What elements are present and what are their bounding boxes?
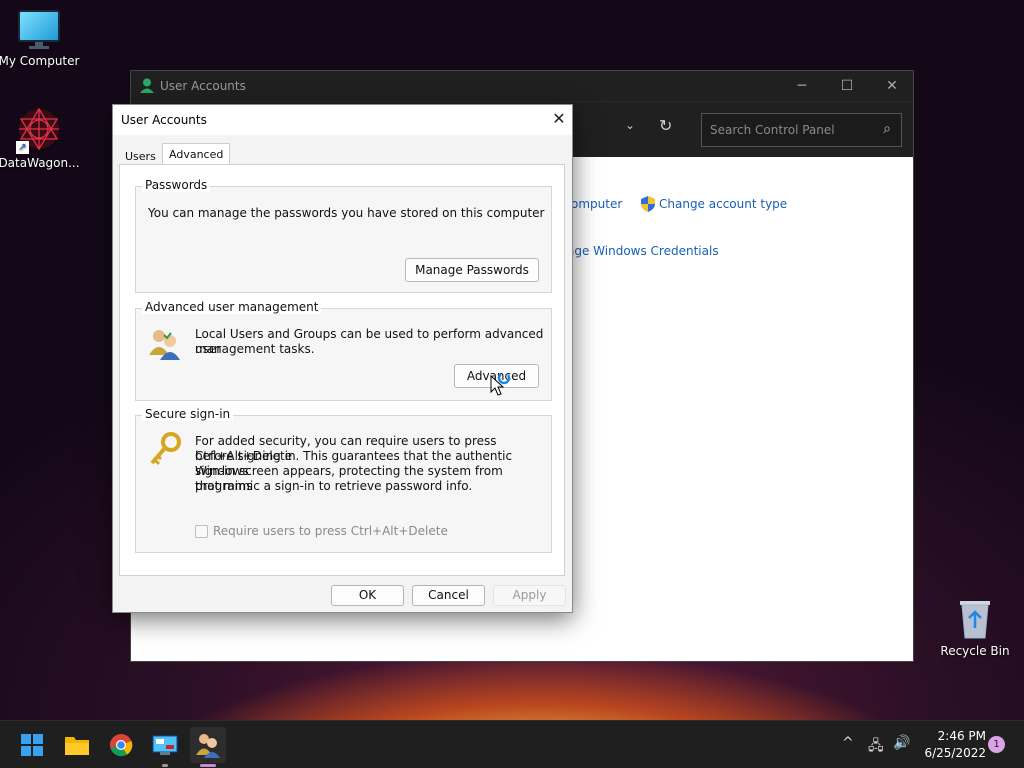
start-icon (21, 734, 43, 756)
advanced-button[interactable]: Advanced (454, 364, 539, 388)
link-computer[interactable]: omputer (571, 197, 622, 211)
maximize-button[interactable]: ☐ (824, 71, 870, 101)
file-explorer-button[interactable] (59, 727, 95, 763)
taskbar: ^ 🖧 🔊 2:46 PM 6/25/2022 1 (0, 720, 1024, 768)
passwords-description: You can manage the passwords you have st… (148, 206, 545, 220)
volume-icon[interactable]: 🔊 (893, 735, 910, 751)
monitor-icon (18, 10, 60, 50)
link-change-account-type[interactable]: Change account type (659, 197, 787, 211)
user-accounts-dialog: User Accounts ✕ Users Advanced Passwords… (112, 104, 573, 613)
chrome-button[interactable] (103, 727, 139, 763)
refresh-icon[interactable]: ↻ (659, 116, 672, 135)
search-input[interactable]: Search Control Panel ⌕ (701, 113, 902, 147)
clock-time: 2:46 PM (937, 729, 986, 743)
network-icon[interactable]: 🖧 (868, 735, 884, 759)
advanced-tab-panel: Passwords You can manage the passwords y… (119, 164, 565, 576)
passwords-group: Passwords You can manage the passwords y… (135, 178, 552, 293)
passwords-group-label: Passwords (142, 178, 211, 192)
advanced-description-line2: management tasks. (195, 342, 315, 356)
apply-button[interactable]: Apply (493, 585, 566, 606)
control-panel-button[interactable] (147, 727, 183, 763)
minimize-button[interactable]: ─ (779, 71, 825, 101)
running-indicator (162, 764, 168, 767)
search-placeholder: Search Control Panel (710, 123, 835, 137)
chevron-down-icon[interactable]: ⌄ (625, 118, 635, 132)
control-panel-titlebar[interactable]: User Accounts ─ ☐ ✕ (131, 71, 913, 101)
manage-passwords-button[interactable]: Manage Passwords (405, 258, 539, 282)
cancel-button[interactable]: Cancel (412, 585, 485, 606)
dialog-titlebar[interactable]: User Accounts ✕ (113, 105, 572, 135)
user-accounts-taskbar-button[interactable] (190, 727, 226, 763)
advanced-group-label: Advanced user management (142, 300, 322, 314)
link-manage-credentials[interactable]: age Windows Credentials (567, 244, 719, 258)
desktop-icon-label: My Computer (0, 54, 80, 68)
secure-group-label: Secure sign-in (142, 407, 234, 421)
dialog-title: User Accounts (121, 113, 207, 127)
ctrl-alt-delete-checkbox-label[interactable]: Require users to press Ctrl+Alt+Delete (213, 524, 448, 538)
recycle-bin-icon (955, 596, 995, 640)
desktop-icon-label: Recycle Bin (940, 644, 1010, 658)
user-accounts-icon (196, 734, 220, 758)
close-button[interactable]: ✕ (869, 71, 915, 101)
window-title: User Accounts (160, 79, 246, 93)
system-clock[interactable]: 2:46 PM 6/25/2022 (918, 728, 986, 762)
secure-description-line4: that mimic a sign-in to retrieve passwor… (195, 479, 473, 493)
notification-badge[interactable]: 1 (988, 736, 1005, 753)
search-icon: ⌕ (883, 121, 891, 137)
close-icon[interactable]: ✕ (549, 109, 569, 129)
desktop-icon-label: DataWagon... (0, 156, 80, 170)
ok-button[interactable]: OK (331, 585, 404, 606)
advanced-user-management-group: Advanced user management Local Users and… (135, 300, 552, 401)
desktop-icon-my-computer[interactable]: My Computer (0, 10, 81, 68)
tab-advanced[interactable]: Advanced (162, 143, 231, 166)
chrome-icon (110, 734, 133, 757)
users-group-icon (149, 330, 180, 360)
uac-shield-icon (641, 196, 655, 212)
user-accounts-icon (140, 78, 154, 93)
desktop-icon-recycle-bin[interactable]: Recycle Bin (933, 596, 1017, 658)
shortcut-arrow-icon: ↗ (16, 141, 29, 154)
ctrl-alt-delete-checkbox[interactable] (195, 525, 208, 538)
clock-date: 6/25/2022 (924, 746, 986, 760)
desktop-icon-datawagon[interactable]: ↗ DataWagon... (0, 106, 81, 170)
show-hidden-icons-chevron-up-icon[interactable]: ^ (842, 735, 854, 751)
key-icon (150, 432, 181, 466)
control-panel-icon (152, 735, 178, 755)
active-app-indicator (200, 764, 216, 767)
datawagon-icon: ↗ (16, 106, 62, 154)
secure-sign-in-group: Secure sign-in For added security, you c… (135, 407, 552, 553)
file-explorer-icon (65, 737, 89, 755)
start-button[interactable] (14, 727, 50, 763)
